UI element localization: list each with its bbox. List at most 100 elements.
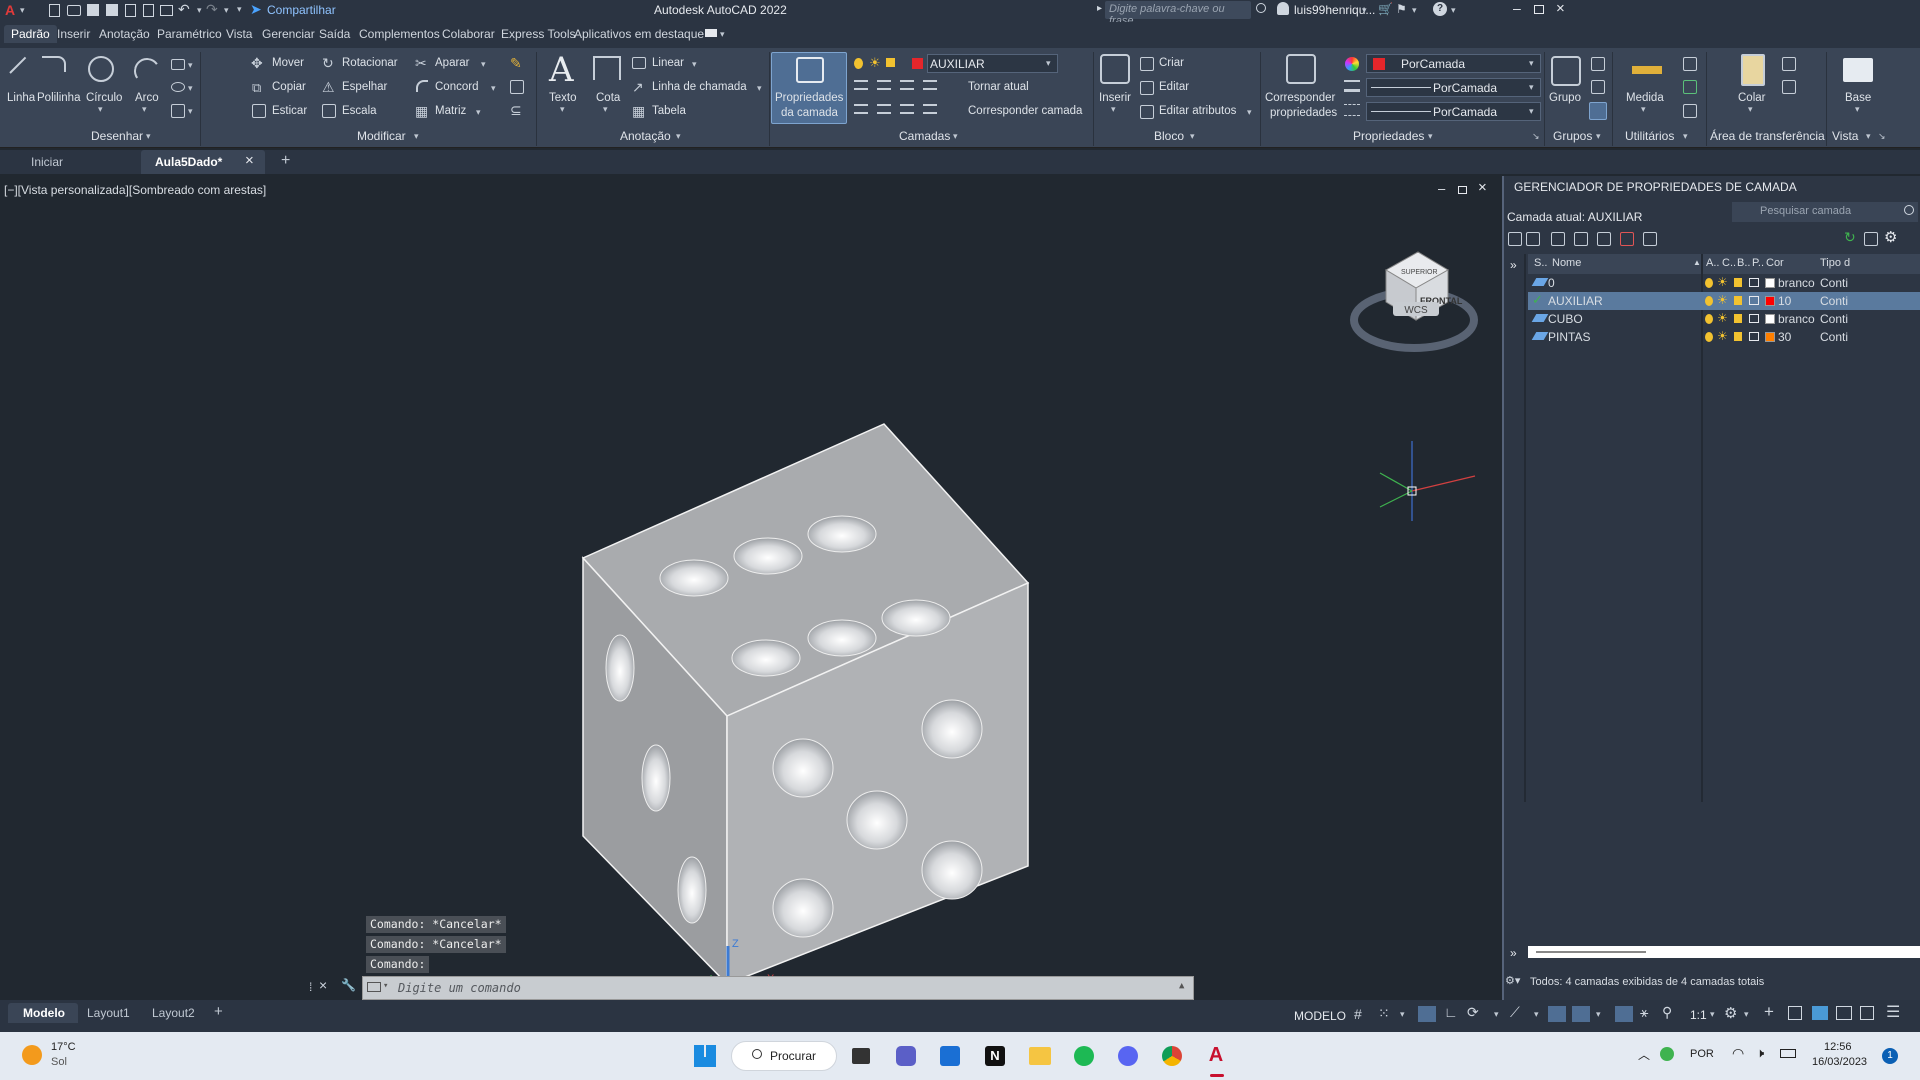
linear-dropdown-icon[interactable]: ▾	[692, 59, 697, 70]
dimension-button[interactable]: Cota	[596, 92, 620, 104]
col-name[interactable]: Nome	[1552, 257, 1581, 269]
layer-color-swatch[interactable]	[1765, 314, 1775, 324]
tab-parametrico[interactable]: Paramétrico	[157, 27, 222, 41]
new-layout-icon[interactable]: +	[214, 1003, 223, 1020]
share-icon[interactable]: ➤	[250, 1, 262, 18]
plot-icon[interactable]	[1749, 314, 1759, 323]
publish-icon[interactable]	[125, 4, 136, 17]
trim-dropdown-icon[interactable]: ▾	[481, 59, 486, 70]
weather-icon[interactable]	[22, 1045, 42, 1065]
leader-button[interactable]: Linha de chamada	[652, 81, 747, 93]
task-view-icon[interactable]	[852, 1048, 870, 1064]
isodraft-dropdown-icon[interactable]: ▾	[1534, 1009, 1539, 1020]
utilitarios-expand-icon[interactable]: ▾	[1683, 131, 1688, 142]
grupos-expand-icon[interactable]: ▾	[1596, 131, 1601, 142]
circle-dropdown-icon[interactable]: ▾	[98, 104, 103, 115]
copy-clip-icon[interactable]	[1782, 80, 1796, 94]
viewport-minimize-icon[interactable]: –	[1438, 181, 1445, 196]
color-dropdown-chevron-icon[interactable]: ▾	[1529, 58, 1534, 69]
linetype-dropdown[interactable]: PorCamada ▾	[1366, 102, 1541, 121]
user-chevron-icon[interactable]: ▾	[1362, 5, 1367, 16]
discord-icon[interactable]	[1118, 1046, 1138, 1066]
group-select-icon[interactable]	[1589, 102, 1607, 120]
layer-row-selected[interactable]: ✓ AUXILIAR ☀ 10 Conti	[1528, 292, 1920, 310]
polyline-button[interactable]: Polilinha	[37, 92, 80, 104]
command-history-toggle-icon[interactable]: ▲	[1179, 981, 1184, 991]
open-folder-icon[interactable]	[67, 5, 81, 16]
layer-row[interactable]: CUBO ☀ branco Conti	[1528, 310, 1920, 328]
col-color[interactable]: Cor	[1766, 257, 1784, 269]
text-button[interactable]: Texto	[549, 92, 577, 104]
polar-icon[interactable]: ⟳	[1467, 1004, 1479, 1021]
scale-button[interactable]: Escala	[342, 105, 377, 117]
wifi-icon[interactable]: ◠	[1732, 1045, 1744, 1062]
layer-tool-icon[interactable]	[900, 104, 914, 114]
tab-padrao[interactable]: Padrão	[4, 25, 57, 43]
annotation-scale-icon[interactable]: ⚲	[1662, 1004, 1672, 1021]
notion-icon[interactable]: N	[985, 1046, 1005, 1066]
print-icon[interactable]	[160, 5, 173, 16]
layer-dropdown-chevron-icon[interactable]: ▾	[1046, 58, 1051, 69]
autocad-taskbar-icon[interactable]: A	[1205, 1044, 1227, 1066]
panel-title-grupos[interactable]: Grupos	[1553, 129, 1592, 143]
col-lock[interactable]: B..	[1737, 257, 1750, 269]
array-dropdown-icon[interactable]: ▾	[476, 107, 481, 118]
tab-gerenciar[interactable]: Gerenciar	[262, 27, 315, 41]
layer-linetype[interactable]: Conti	[1820, 276, 1848, 290]
customize-toolbar-icon[interactable]: ▾	[237, 4, 242, 15]
linetype-dropdown-chevron-icon[interactable]: ▾	[1529, 106, 1534, 117]
cut-icon[interactable]	[1782, 57, 1796, 71]
save-as-icon[interactable]	[106, 4, 118, 16]
plot-icon[interactable]	[1749, 296, 1759, 305]
layer-row[interactable]: 0 ☀ branco Conti	[1528, 274, 1920, 292]
layer-states-icon[interactable]	[1551, 232, 1565, 246]
arc-button[interactable]: Arco	[135, 92, 159, 104]
wcs-button[interactable]: WCS	[1393, 302, 1439, 316]
match-properties-label-1[interactable]: Corresponder	[1265, 92, 1335, 104]
lightbulb-icon[interactable]	[1705, 278, 1713, 288]
horizontal-scrollbar[interactable]	[1528, 946, 1920, 958]
teams-icon[interactable]	[896, 1046, 916, 1066]
tab-complementos[interactable]: Complementos	[359, 27, 440, 41]
layer-color-swatch[interactable]	[1765, 332, 1775, 342]
viewport-label[interactable]: [−][Vista personalizada][Sombreado com a…	[4, 183, 266, 197]
scale-dropdown-icon[interactable]: ▾	[1710, 1009, 1715, 1020]
infer-constraints-icon[interactable]	[1418, 1006, 1436, 1022]
layer-row[interactable]: PINTAS ☀ 30 Conti	[1528, 328, 1920, 346]
volume-icon[interactable]: 🕨	[1756, 1045, 1764, 1061]
linetype-icon[interactable]	[1344, 104, 1360, 116]
propriedades-dialog-launcher-icon[interactable]: ↘	[1532, 131, 1540, 142]
command-prompt-icon[interactable]	[367, 982, 381, 992]
close-icon[interactable]: ×	[1556, 0, 1565, 17]
rotate-button[interactable]: Rotacionar	[342, 57, 398, 69]
command-close-icon[interactable]: ×	[319, 977, 327, 993]
minimize-icon[interactable]: –	[1513, 0, 1521, 16]
insert-block-button[interactable]: Inserir	[1099, 92, 1131, 104]
cart-icon[interactable]: 🛒	[1378, 2, 1393, 16]
propriedades-expand-icon[interactable]: ▾	[1428, 131, 1433, 142]
line-button[interactable]: Linha	[7, 92, 35, 104]
lineweight-icon[interactable]	[1344, 80, 1360, 92]
lineweight-dropdown[interactable]: PorCamada ▾	[1366, 78, 1541, 97]
tab-aplicativos[interactable]: Aplicativos em destaque	[574, 27, 704, 41]
clock-date[interactable]: 16/03/2023	[1812, 1056, 1867, 1068]
language-indicator[interactable]: POR	[1690, 1048, 1714, 1060]
layer-color-name[interactable]: 10	[1778, 294, 1791, 308]
share-button[interactable]: Compartilhar	[267, 3, 336, 17]
plot-icon[interactable]	[1749, 278, 1759, 287]
annotation-scale-value[interactable]: 1:1	[1690, 1008, 1707, 1022]
erase-icon[interactable]: ✎	[510, 55, 522, 72]
tab-colaborar[interactable]: Colaborar	[442, 27, 495, 41]
stretch-button[interactable]: Esticar	[272, 105, 307, 117]
weather-desc[interactable]: Sol	[51, 1056, 67, 1068]
layer-search-input[interactable]: Pesquisar camada	[1732, 202, 1918, 222]
save-icon[interactable]	[87, 4, 99, 16]
close-tab-icon[interactable]: ×	[245, 152, 254, 169]
leader-dropdown-icon[interactable]: ▾	[757, 83, 762, 94]
app-menu-chevron-icon[interactable]: ▾	[20, 5, 25, 16]
store-icon[interactable]	[940, 1046, 960, 1066]
expand-bottom-icon[interactable]: »	[1510, 946, 1517, 960]
edit-attributes-button[interactable]: Editar atributos	[1159, 105, 1236, 117]
snap-dropdown-icon[interactable]: ▾	[1400, 1009, 1405, 1020]
sun-icon[interactable]: ☀	[1717, 311, 1728, 325]
